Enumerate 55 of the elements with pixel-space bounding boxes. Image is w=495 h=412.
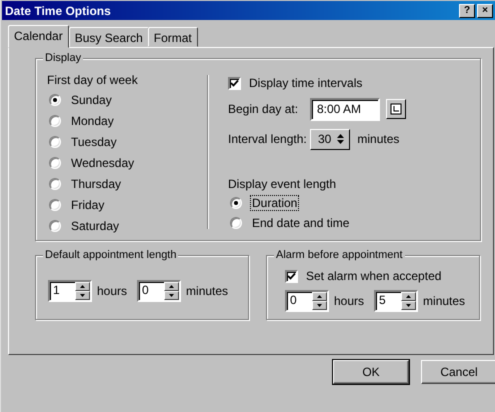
spin-arrows-icon[interactable] — [75, 282, 90, 300]
radio-label: Tuesday — [70, 134, 118, 150]
radio-label: Monday — [70, 112, 115, 128]
cancel-button[interactable]: Cancel — [421, 360, 495, 384]
spin-field[interactable]: 0 — [137, 280, 182, 302]
radio-label: Sunday — [70, 92, 113, 108]
group-title: Display — [43, 52, 84, 64]
radio-label: Saturday — [70, 218, 120, 234]
interval-spinner[interactable]: 30 — [310, 128, 350, 150]
checkbox[interactable] — [285, 270, 298, 282]
radio-button[interactable] — [49, 178, 61, 190]
radio-button[interactable] — [49, 198, 61, 210]
field-label: Begin day at: — [228, 102, 300, 116]
section-label: Display event length — [228, 177, 338, 193]
unit-label: hours — [334, 294, 364, 308]
unit-label: minutes — [423, 294, 466, 308]
radio-button[interactable] — [230, 197, 242, 209]
radio-button[interactable] — [230, 217, 242, 229]
unit-label: minutes — [186, 284, 228, 298]
spin-field[interactable]: 5 — [374, 290, 418, 312]
time-field[interactable]: 8:00 AM — [310, 98, 380, 120]
up-down-arrows-icon — [337, 134, 344, 144]
radio-label: Duration — [250, 195, 300, 211]
radio-button[interactable] — [49, 114, 61, 126]
calendar-icon — [390, 103, 402, 115]
radio-label: Friday — [70, 196, 106, 212]
radio-button[interactable] — [49, 94, 61, 106]
unit-label: hours — [97, 284, 128, 298]
tab[interactable]: Format — [148, 27, 198, 47]
radio-label: Wednesday — [70, 154, 136, 170]
group-title: Alarm before appointment — [274, 249, 405, 261]
checkbox[interactable] — [228, 76, 241, 90]
help-button[interactable]: ? — [459, 4, 475, 18]
close-button[interactable]: × — [477, 4, 493, 18]
spin-field[interactable]: 1 — [48, 280, 92, 302]
spin-field[interactable]: 0 — [285, 290, 329, 312]
window-title: Date Time Options — [5, 4, 111, 18]
ok-button[interactable]: OK — [333, 360, 409, 384]
radio-button[interactable] — [49, 136, 61, 148]
tab[interactable]: Busy Search — [68, 27, 149, 47]
spin-arrows-icon[interactable] — [312, 292, 327, 310]
spin-arrows-icon[interactable] — [401, 292, 416, 310]
spin-arrows-icon[interactable] — [164, 282, 180, 300]
field-label: Interval length: — [228, 132, 308, 146]
radio-label: End date and time — [251, 215, 350, 231]
tab[interactable]: Calendar — [8, 25, 69, 48]
checkbox-label: Display time intervals — [249, 76, 362, 90]
calendar-button[interactable] — [386, 99, 406, 119]
checkbox-label: Set alarm when accepted — [306, 269, 442, 283]
radio-button[interactable] — [49, 220, 61, 232]
unit-label: minutes — [357, 132, 400, 146]
radio-button[interactable] — [49, 156, 61, 168]
group-title: Default appointment length — [43, 249, 178, 261]
section-label: First day of week — [47, 73, 139, 89]
radio-label: Thursday — [70, 176, 122, 192]
